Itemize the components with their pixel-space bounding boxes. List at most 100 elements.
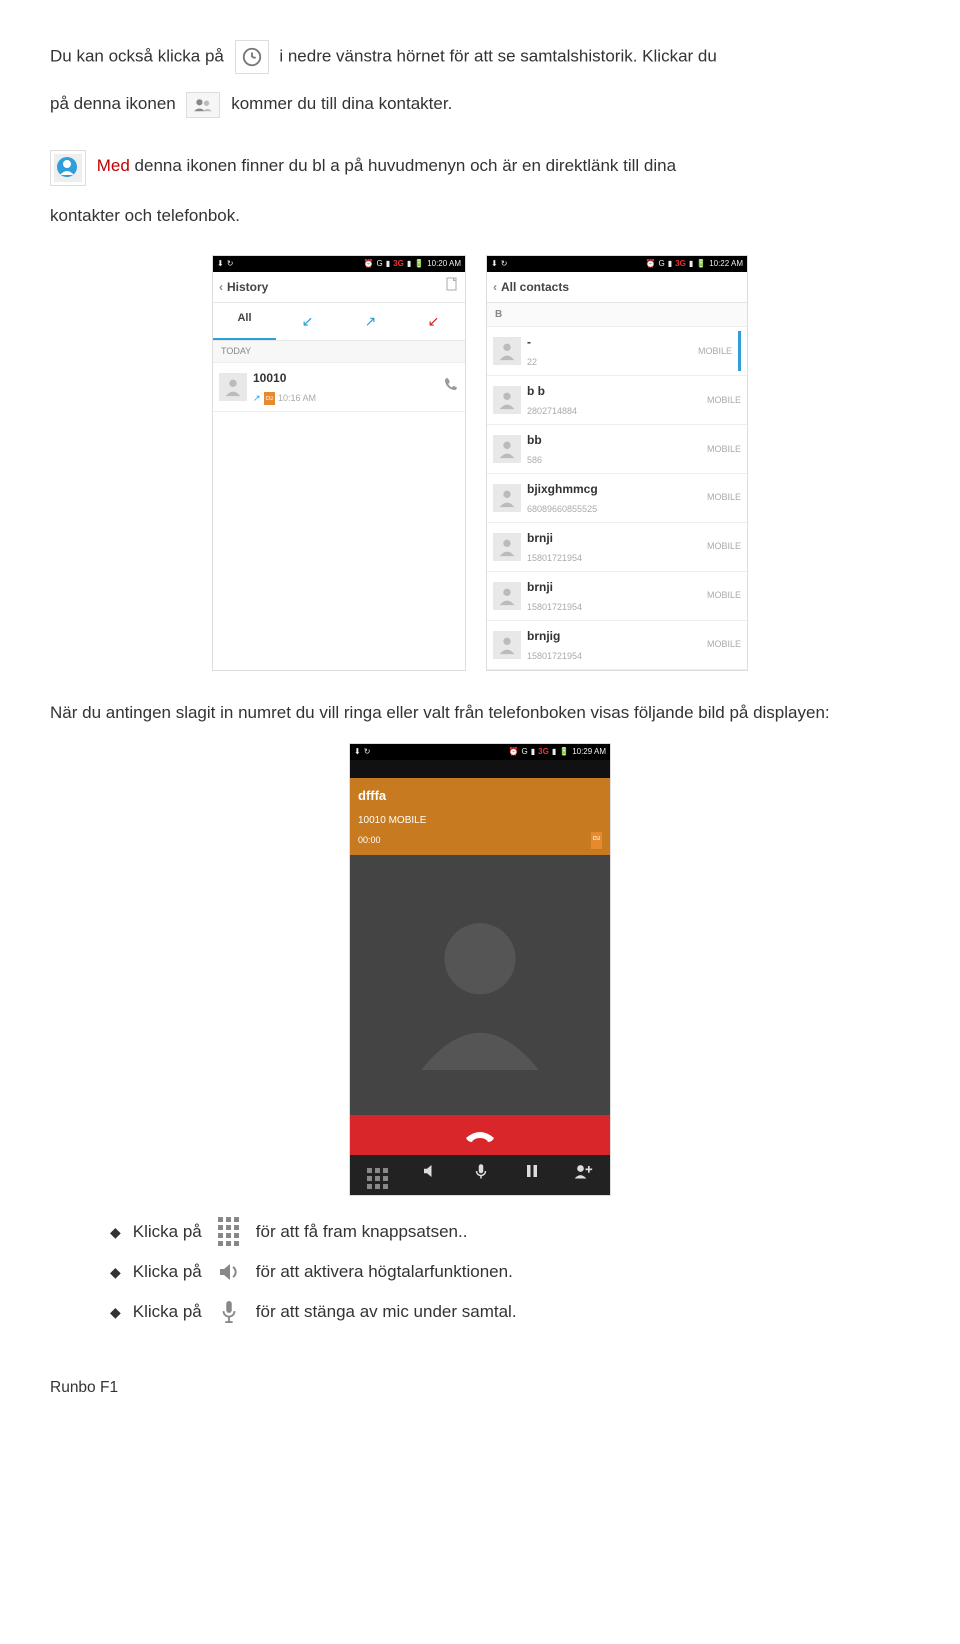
statusbar: ⬇↻ ⏰G▮3G▮🔋10:20 AM bbox=[213, 256, 465, 272]
tab-missed[interactable]: ↙ bbox=[402, 303, 465, 340]
speaker-icon bbox=[214, 1260, 244, 1284]
contact-row[interactable]: brnjig15801721954 MOBILE bbox=[487, 621, 747, 670]
p2-text-a: på denna ikonen bbox=[50, 94, 176, 113]
p1-text-b: i nedre vänstra hörnet för att se samtal… bbox=[279, 46, 716, 65]
paragraph-3: Med denna ikonen finner du bl a på huvud… bbox=[50, 150, 910, 186]
avatar-icon bbox=[493, 533, 521, 561]
net-3g-icon: 3G bbox=[675, 256, 686, 271]
dialpad-button[interactable] bbox=[367, 1160, 388, 1189]
contact-row[interactable]: brnji15801721954MOBILE bbox=[487, 523, 747, 572]
contact-row[interactable]: b b2802714884MOBILE bbox=[487, 376, 747, 425]
contact-name: brnjig bbox=[527, 625, 695, 648]
speaker-button[interactable] bbox=[421, 1162, 439, 1188]
cu-badge: cu bbox=[264, 392, 275, 405]
screenshot-history: ⬇↻ ⏰G▮3G▮🔋10:20 AM ‹ History All ↙ ↗ ↙ T… bbox=[212, 255, 466, 671]
battery-icon: 🔋 bbox=[696, 256, 706, 271]
signal2-icon: ▮ bbox=[689, 256, 693, 271]
dialpad-icon bbox=[214, 1217, 244, 1246]
add-call-button[interactable] bbox=[573, 1162, 593, 1188]
b1-a: Klicka på bbox=[133, 1216, 202, 1248]
contact-badge: MOBILE bbox=[701, 441, 741, 458]
bt-icon: ⬇ bbox=[491, 256, 498, 271]
clock-icon bbox=[235, 40, 269, 74]
battery-icon: 🔋 bbox=[559, 744, 569, 759]
contact-number: 15801721954 bbox=[527, 550, 695, 567]
history-tabs: All ↙ ↗ ↙ bbox=[213, 303, 465, 341]
paragraph-4: När du antingen slagit in numret du vill… bbox=[50, 697, 910, 729]
g-icon: G bbox=[522, 744, 528, 759]
screenshot-contacts: ⬇↻ ⏰G▮3G▮🔋10:22 AM ‹ All contacts B -22M… bbox=[486, 255, 748, 671]
avatar-icon bbox=[493, 484, 521, 512]
contacts-app-icon bbox=[50, 150, 86, 186]
history-time: 10:16 AM bbox=[278, 390, 316, 407]
alarm-icon: ⏰ bbox=[646, 256, 656, 271]
contact-row[interactable]: bjixghmmcg68089660855525MOBILE bbox=[487, 474, 747, 523]
b2-a: Klicka på bbox=[133, 1256, 202, 1288]
statusbar: ⬇↻ ⏰G▮3G▮🔋10:29 AM bbox=[350, 744, 610, 760]
contact-badge: MOBILE bbox=[701, 636, 741, 653]
signal2-icon: ▮ bbox=[552, 744, 556, 759]
contacts-mini-icon bbox=[186, 92, 220, 118]
contact-badge: MOBILE bbox=[701, 538, 741, 555]
p3-rest: denna ikonen finner du bl a på huvudmeny… bbox=[135, 156, 677, 175]
page-footer: Runbo F1 bbox=[50, 1373, 910, 1402]
contact-name: brnji bbox=[527, 576, 695, 599]
contact-number: 22 bbox=[527, 354, 686, 371]
call-header: dfffa 10010 MOBILE 00:00 cu bbox=[350, 778, 610, 855]
scroll-indicator bbox=[738, 331, 741, 371]
status-time: 10:22 AM bbox=[709, 256, 743, 271]
contacts-header[interactable]: ‹ All contacts bbox=[487, 272, 747, 304]
avatar-icon bbox=[219, 373, 247, 401]
call-duration: 00:00 bbox=[358, 832, 381, 849]
b1-b: för att få fram knappsatsen.. bbox=[256, 1216, 468, 1248]
contact-number: 68089660855525 bbox=[527, 501, 695, 518]
contact-row[interactable]: bb586 MOBILE bbox=[487, 425, 747, 474]
signal-icon: ▮ bbox=[386, 256, 390, 271]
alarm-icon: ⏰ bbox=[509, 744, 519, 759]
contact-number: 2802714884 bbox=[527, 403, 695, 420]
contact-name: - bbox=[527, 331, 686, 354]
new-doc-icon[interactable] bbox=[445, 276, 459, 299]
alarm-icon: ⏰ bbox=[364, 256, 374, 271]
contact-row[interactable]: -22MOBILE bbox=[487, 327, 747, 376]
statusbar: ⬇↻ ⏰G▮3G▮🔋10:22 AM bbox=[487, 256, 747, 272]
index-letter: B bbox=[487, 303, 747, 327]
tab-incoming[interactable]: ↙ bbox=[276, 303, 339, 340]
status-time: 10:29 AM bbox=[572, 744, 606, 759]
g-icon: G bbox=[659, 256, 665, 271]
contact-number: 15801721954 bbox=[527, 599, 695, 616]
contact-number: 586 bbox=[527, 452, 695, 469]
p3-red: Med bbox=[97, 156, 130, 175]
history-row[interactable]: 10010 ↗cu10:16 AM bbox=[213, 363, 465, 412]
tab-all[interactable]: All bbox=[213, 303, 276, 340]
battery-icon: 🔋 bbox=[414, 256, 424, 271]
tab-outgoing[interactable]: ↗ bbox=[339, 303, 402, 340]
call-avatar bbox=[350, 855, 610, 1115]
incoming-icon: ↙ bbox=[302, 313, 314, 329]
net-3g-icon: 3G bbox=[393, 256, 404, 271]
history-name: 10010 bbox=[253, 367, 437, 390]
screenshot-call: ⬇↻ ⏰G▮3G▮🔋10:29 AM dfffa 10010 MOBILE 00… bbox=[349, 743, 611, 1196]
avatar-icon bbox=[493, 386, 521, 414]
contact-name: bjixghmmcg bbox=[527, 478, 695, 501]
phone-icon[interactable] bbox=[443, 374, 459, 401]
p2-text-b: kommer du till dina kontakter. bbox=[231, 94, 452, 113]
bt-icon: ⬇ bbox=[354, 744, 361, 759]
hold-button[interactable] bbox=[524, 1163, 540, 1187]
paragraph-1: Du kan också klicka på i nedre vänstra h… bbox=[50, 40, 910, 74]
history-header[interactable]: ‹ History bbox=[213, 272, 465, 304]
contact-name: bb bbox=[527, 429, 695, 452]
cu-badge: cu bbox=[591, 832, 602, 849]
contact-number: 15801721954 bbox=[527, 648, 695, 665]
contact-badge: MOBILE bbox=[701, 392, 741, 409]
bullet-marker-icon: ◆ bbox=[110, 1259, 121, 1286]
history-title: History bbox=[227, 276, 268, 299]
contact-row[interactable]: brnji15801721954MOBILE bbox=[487, 572, 747, 621]
bullet-list: ◆ Klicka på för att få fram knappsatsen.… bbox=[110, 1216, 910, 1329]
contacts-title: All contacts bbox=[501, 276, 569, 299]
mute-button[interactable] bbox=[472, 1162, 490, 1188]
chevron-left-icon: ‹ bbox=[493, 276, 497, 299]
call-sub: 10010 MOBILE bbox=[358, 811, 602, 830]
paragraph-3-cont: kontakter och telefonbok. bbox=[50, 200, 910, 232]
hangup-button[interactable] bbox=[350, 1115, 610, 1155]
